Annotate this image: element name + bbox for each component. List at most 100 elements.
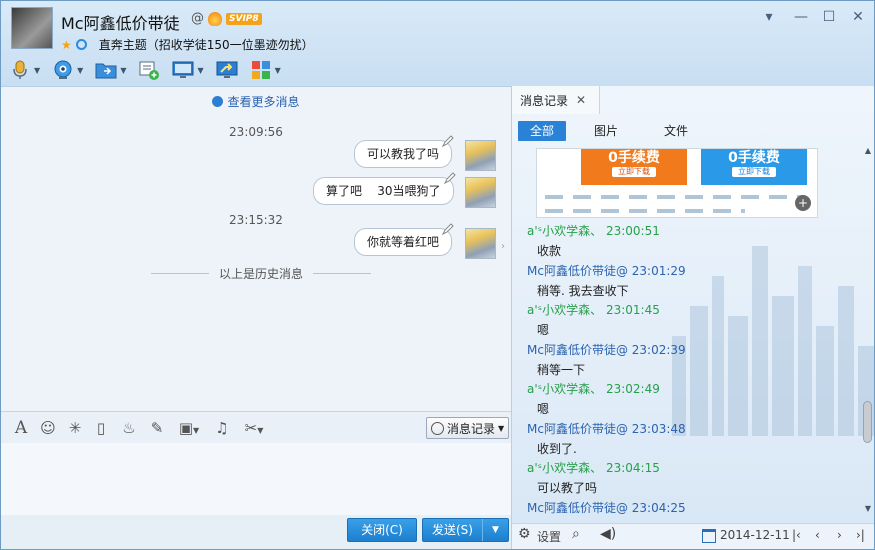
chevron-down-icon[interactable]: ▼	[120, 66, 126, 75]
status-ring-icon[interactable]	[75, 39, 87, 50]
minimize-icon[interactable]: —	[791, 9, 811, 25]
clock-icon	[431, 421, 444, 435]
font-icon[interactable]: A	[11, 419, 31, 437]
top-toolbar: ▼ ▼ ▼ ▼ ▼	[9, 57, 293, 83]
user-avatar[interactable]	[465, 177, 496, 208]
message-input[interactable]	[1, 443, 511, 515]
share-screen-button[interactable]	[216, 59, 238, 81]
record-sender: a'ˢ小欢学森、 23:04:15	[527, 461, 660, 475]
record-sender: a'ˢ小欢学森、 23:00:51	[527, 224, 660, 238]
vibrate-window-icon[interactable]: ▯	[91, 419, 111, 437]
collapse-panel-handle[interactable]: ›	[501, 229, 511, 265]
pen-icon	[443, 172, 456, 185]
emoji-icon[interactable]: ☺	[38, 419, 58, 437]
history-scrollbar[interactable]: ▲ ▼	[862, 146, 874, 516]
scroll-down-icon[interactable]: ▼	[863, 504, 873, 513]
video-call-button[interactable]: ▼	[52, 59, 83, 81]
message-history-button[interactable]: 消息记录 ▼	[426, 417, 509, 439]
chat-message-area[interactable]: 查看更多消息 23:09:56 可以教我了吗 算了吧 30当喂狗了 23:15:…	[1, 86, 511, 411]
promo-text: 0手续费	[728, 150, 780, 166]
remote-desktop-button[interactable]: ▼	[172, 59, 204, 81]
next-page-icon[interactable]: ›	[837, 528, 842, 542]
first-page-icon[interactable]: |‹	[792, 528, 801, 542]
header: Mc阿鑫低价带徒 @ SVIP8 ★ 直奔主题（招收学徒150一位墨迹勿扰） ▾…	[1, 1, 874, 86]
filter-files[interactable]: 文件	[646, 121, 706, 141]
message-bubble[interactable]: 算了吧 30当喂狗了	[313, 172, 456, 205]
message-timestamp: 23:15:32	[229, 213, 283, 227]
chevron-down-icon[interactable]: ▼	[197, 66, 203, 75]
chevron-down-icon[interactable]: ▼	[77, 66, 83, 75]
message-bubble[interactable]: 可以教我了吗	[354, 135, 454, 168]
record-sender: Mc阿鑫低价带徒@ 23:02:39	[527, 343, 686, 357]
search-icon[interactable]: ⌕	[572, 526, 580, 542]
promo-block: 0手续费 立即下载	[701, 149, 807, 185]
gear-icon[interactable]: ⚙	[518, 526, 531, 542]
scrollbar-thumb[interactable]	[863, 401, 872, 443]
image-icon[interactable]: ▣▼	[173, 419, 205, 437]
shared-image-thumbnail[interactable]: 0手续费 立即下载 0手续费 立即下载 +	[536, 148, 818, 218]
chevron-down-icon[interactable]: ▼	[275, 66, 281, 75]
monitor-icon	[172, 59, 194, 81]
history-footer: ⚙ 设置 ⌕ ◀) 2014-12-11 |‹ ‹ › ›|	[512, 523, 874, 549]
contact-name[interactable]: Mc阿鑫低价带徒	[61, 10, 180, 34]
svip-badge[interactable]: SVIP8	[226, 12, 262, 25]
message-history-panel: 消息记录 ✕ 全部 图片 文件 0手续费 立即下载 0手续费 立即下载 + a'…	[511, 86, 874, 549]
send-button[interactable]: 发送(S) ▼	[422, 518, 509, 542]
voice-message-icon[interactable]: ♨	[119, 419, 139, 437]
nudge-icon[interactable]: ✳	[65, 419, 85, 437]
calendar-icon[interactable]	[702, 529, 716, 544]
screenshot-scissors-icon[interactable]: ✂▼	[238, 419, 270, 437]
voice-call-button[interactable]: ▼	[9, 59, 40, 81]
speaker-icon[interactable]: ◀)	[600, 526, 616, 542]
city-skyline-background	[672, 246, 874, 436]
record-text: 嗯	[537, 323, 550, 337]
record-text: 嗯	[537, 402, 550, 416]
message-bubble[interactable]: 你就等着红吧	[354, 223, 454, 256]
send-button-label[interactable]: 发送(S)	[423, 519, 483, 541]
input-toolbar: A ☺ ✳ ▯ ♨ ✎ ▣▼ ♫ ✂▼ 消息记录 ▼	[1, 411, 511, 443]
tab-message-history-label: 消息记录	[520, 93, 569, 108]
user-avatar[interactable]	[465, 140, 496, 171]
close-button[interactable]: 关闭(C)	[347, 518, 417, 542]
view-more-messages-link[interactable]: 查看更多消息	[1, 93, 511, 110]
divider-line	[313, 273, 372, 274]
edit-doodle-icon[interactable]: ✎	[147, 419, 167, 437]
last-page-icon[interactable]: ›|	[856, 528, 865, 542]
close-tab-icon[interactable]: ✕	[576, 93, 586, 107]
send-options-chevron-icon[interactable]: ▼	[483, 519, 508, 541]
apps-button[interactable]: ▼	[250, 59, 281, 81]
send-file-button[interactable]: ▼	[95, 59, 126, 81]
webcam-icon	[52, 59, 74, 81]
music-icon[interactable]: ♫	[212, 419, 232, 437]
apps-grid-icon	[250, 59, 272, 81]
chevron-down-icon[interactable]: ▼	[34, 66, 40, 75]
thumbnail-detail-row	[545, 209, 745, 213]
thumbnail-detail-row	[545, 195, 805, 199]
promo-block: 0手续费 立即下载	[581, 149, 687, 185]
tab-message-history[interactable]: 消息记录 ✕	[512, 86, 600, 114]
filter-images[interactable]: 图片	[576, 121, 636, 141]
scroll-up-icon[interactable]: ▲	[863, 146, 873, 155]
star-icon[interactable]: ★	[61, 38, 72, 52]
create-discussion-button[interactable]	[138, 59, 160, 81]
record-text: 收款	[537, 244, 562, 258]
user-avatar[interactable]	[465, 228, 496, 259]
contact-subline: ★ 直奔主题（招收学徒150一位墨迹勿扰）	[61, 36, 314, 53]
screen-share-icon	[216, 59, 238, 81]
settings-button[interactable]: 设置	[537, 528, 561, 545]
dropdown-menu-icon[interactable]: ▾	[759, 9, 779, 25]
history-divider-label: 以上是历史消息	[219, 267, 304, 281]
date-display[interactable]: 2014-12-11	[720, 528, 790, 542]
previous-page-icon[interactable]: ‹	[815, 528, 820, 542]
message-timestamp: 23:09:56	[229, 125, 283, 139]
record-sender: Mc阿鑫低价带徒@ 23:03:48	[527, 422, 686, 436]
filter-all[interactable]: 全部	[518, 121, 566, 141]
zoom-in-icon[interactable]: +	[795, 195, 811, 211]
record-text: 稍等一下	[537, 363, 586, 377]
close-icon[interactable]: ✕	[848, 9, 868, 25]
record-sender: Mc阿鑫低价带徒@ 23:04:25	[527, 501, 686, 515]
record-sender: a'ˢ小欢学森、 23:01:45	[527, 303, 660, 317]
add-chat-icon	[138, 59, 160, 81]
maximize-icon[interactable]: ☐	[819, 9, 839, 25]
contact-avatar[interactable]	[11, 7, 53, 49]
